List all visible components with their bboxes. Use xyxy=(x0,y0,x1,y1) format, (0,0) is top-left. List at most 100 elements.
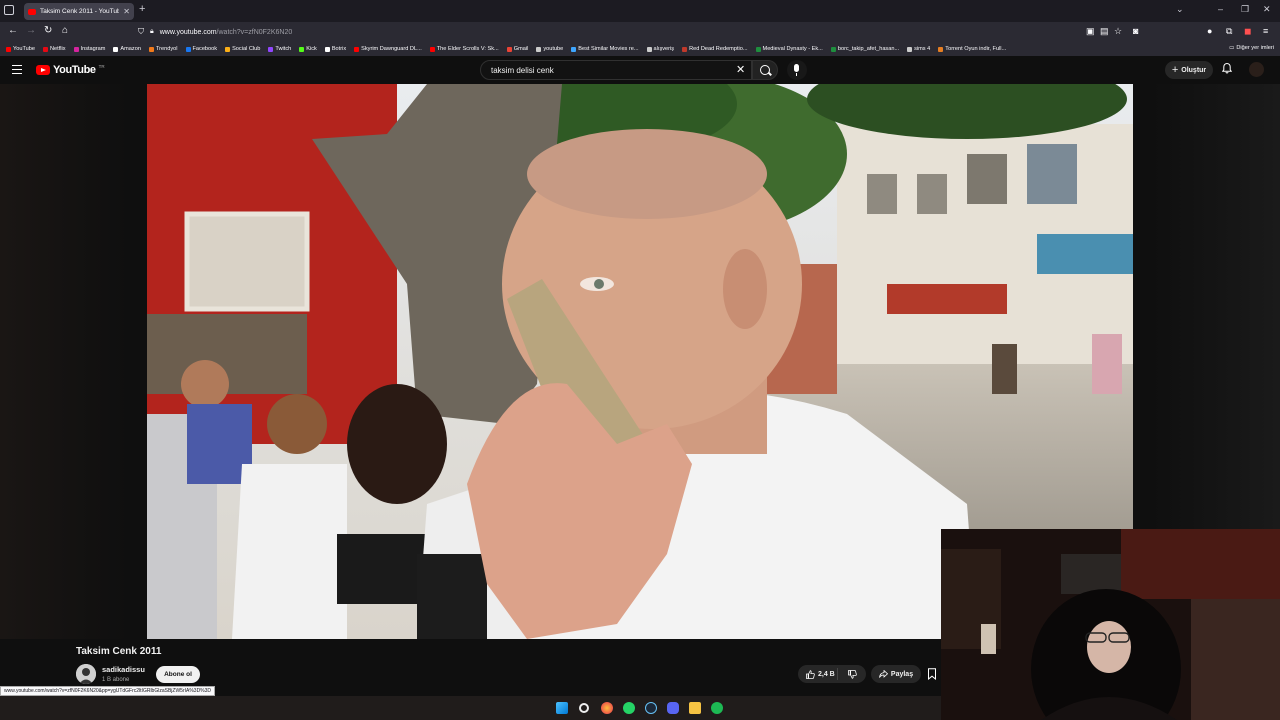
reload-icon[interactable]: ↻ xyxy=(44,25,52,36)
windows-start-icon[interactable] xyxy=(556,702,568,714)
subscribe-button[interactable]: Abone ol xyxy=(156,666,200,683)
user-avatar[interactable] xyxy=(1249,62,1264,77)
bookmark-item[interactable]: Torrent Oyun indir, Full... xyxy=(938,46,1006,52)
url-bar[interactable]: ⛉ 🔒︎ www.youtube.com/watch?v=zfN0F2K6N20 xyxy=(132,24,1152,40)
clear-search-icon[interactable]: ✕ xyxy=(736,63,745,76)
file-explorer-icon[interactable] xyxy=(689,702,701,714)
plus-icon: + xyxy=(1171,64,1179,76)
dislike-button[interactable] xyxy=(838,668,866,680)
bookmark-item[interactable]: Gmail xyxy=(506,46,528,52)
bookmark-label: Social Club xyxy=(232,46,261,52)
subscriber-count: 1 B abone xyxy=(102,677,130,683)
bookmark-favicon-icon xyxy=(268,46,274,52)
taskbar-search-icon[interactable] xyxy=(579,703,589,713)
app-menu-icon[interactable]: ≡ xyxy=(1263,26,1268,36)
extensions-icon[interactable]: ⧉ xyxy=(1226,26,1232,37)
extension-badge-icon[interactable]: ◼ xyxy=(1244,26,1251,37)
bookmark-label: Red Dead Redemptio... xyxy=(689,46,748,52)
bookmark-label: Amazon xyxy=(120,46,141,52)
bookmark-item[interactable]: Twitch xyxy=(268,46,291,52)
youtube-masthead: YouTube TR taksim delisi cenk ✕ + Oluştu… xyxy=(0,56,1280,84)
screenshot-icon[interactable]: ◙ xyxy=(1133,26,1138,36)
bookmark-favicon-icon xyxy=(429,46,435,52)
bookmark-label: alışveriş xyxy=(653,46,675,52)
channel-avatar-image xyxy=(76,664,96,684)
steam-icon[interactable] xyxy=(645,702,657,714)
bookmark-item[interactable]: Netflix xyxy=(42,46,66,52)
search-button[interactable] xyxy=(752,60,778,80)
channel-avatar[interactable] xyxy=(76,664,96,684)
bookmark-favicon-icon xyxy=(42,46,48,52)
bookmark-favicon-icon xyxy=(73,46,79,52)
bookmark-item[interactable]: alışveriş xyxy=(646,46,675,52)
whatsapp-icon[interactable] xyxy=(623,702,635,714)
bookmark-item[interactable]: Skyrim Dawnguard DL... xyxy=(354,46,422,52)
bookmark-item[interactable]: Botrix xyxy=(324,46,347,52)
bookmark-item[interactable]: sims 4 xyxy=(907,46,930,52)
close-window-icon[interactable]: ✕ xyxy=(1263,4,1271,15)
bookmark-label: Best Similar Movies re... xyxy=(578,46,639,52)
bookmark-favicon-icon xyxy=(6,46,11,52)
bookmark-item[interactable]: Red Dead Redemptio... xyxy=(682,46,748,52)
country-code: TR xyxy=(98,64,105,69)
bookmark-favicon-icon xyxy=(536,46,542,52)
restore-icon[interactable]: ❐ xyxy=(1241,4,1249,15)
thumbs-up-icon xyxy=(806,669,815,679)
bookmark-star-icon[interactable]: ☆ xyxy=(1114,26,1122,37)
bookmark-item[interactable]: Kick xyxy=(299,46,317,52)
youtube-logo-text: YouTube xyxy=(53,64,96,76)
webcam-overlay xyxy=(941,529,1280,720)
browser-tab-strip: Taksim Cenk 2011 - YouTube ✕ + ⌄ – ❐ ✕ xyxy=(0,0,1280,22)
other-bookmarks[interactable]: ▭ Diğer yer imleri xyxy=(1229,45,1274,51)
firefox-icon[interactable] xyxy=(601,702,613,714)
create-button[interactable]: + Oluştur xyxy=(1165,61,1213,79)
youtube-logo[interactable]: YouTube TR xyxy=(36,64,105,76)
home-icon[interactable]: ⌂ xyxy=(62,25,68,36)
menu-icon[interactable] xyxy=(12,65,22,74)
bookmark-favicon-icon xyxy=(646,46,652,52)
thumbs-down-icon xyxy=(847,669,857,679)
search-input[interactable]: taksim delisi cenk xyxy=(480,60,752,80)
bookmark-label: Trendyol xyxy=(155,46,178,52)
list-all-tabs-icon[interactable]: ⌄ xyxy=(1176,4,1184,15)
forward-icon[interactable]: → xyxy=(26,25,36,36)
back-icon[interactable]: ← xyxy=(8,25,18,36)
notifications-bell-icon[interactable] xyxy=(1222,63,1232,74)
like-count: 2,4 B xyxy=(818,670,835,678)
bookmark-item[interactable]: Facebook xyxy=(185,46,218,52)
account-icon[interactable]: ● xyxy=(1207,26,1212,36)
bookmark-label: borc_takip_afet_hasan... xyxy=(837,46,900,52)
new-tab-button[interactable]: + xyxy=(139,3,145,15)
save-button[interactable] xyxy=(927,665,941,683)
spotify-icon[interactable] xyxy=(711,702,723,714)
tab-close-icon[interactable]: ✕ xyxy=(123,7,130,16)
bookmark-label: Facebook xyxy=(192,46,218,52)
bookmark-favicon-icon xyxy=(571,46,577,52)
bookmark-label: Torrent Oyun indir, Full... xyxy=(945,46,1007,52)
reader-view-icon[interactable]: ▤ xyxy=(1100,26,1109,37)
bookmark-item[interactable]: Best Similar Movies re... xyxy=(571,46,639,52)
bookmark-favicon-icon xyxy=(755,46,761,52)
share-button[interactable]: Paylaş xyxy=(871,665,921,683)
bookmark-item[interactable]: Trendyol xyxy=(148,46,178,52)
like-button[interactable]: 2,4 B xyxy=(798,668,838,680)
discord-icon[interactable] xyxy=(667,702,679,714)
minimize-icon[interactable]: – xyxy=(1218,4,1223,14)
channel-name[interactable]: sadikadissu xyxy=(102,665,145,674)
bookmark-item[interactable]: Amazon xyxy=(113,46,141,52)
bookmark-item[interactable]: YouTube xyxy=(6,46,35,52)
voice-search-button[interactable] xyxy=(787,60,807,80)
bookmark-item[interactable]: Instagram xyxy=(73,46,105,52)
folder-icon: ▭ xyxy=(1229,45,1235,51)
bookmark-item[interactable]: borc_takip_afet_hasan... xyxy=(830,46,900,52)
bookmark-favicon-icon xyxy=(299,46,305,52)
browser-tab-active[interactable]: Taksim Cenk 2011 - YouTube ✕ xyxy=(24,3,134,20)
bookmark-item[interactable]: Social Club xyxy=(225,46,260,52)
picture-in-picture-icon[interactable]: ▣ xyxy=(1086,26,1095,37)
url-path: /watch?v=zfN0F2K6N20 xyxy=(216,28,293,36)
bookmark-item[interactable]: The Elder Scrolls V: Sk... xyxy=(429,46,499,52)
bookmark-label: Botrix xyxy=(331,46,347,52)
tab-list-icon[interactable] xyxy=(4,5,14,15)
bookmark-item[interactable]: youtube xyxy=(536,46,563,52)
bookmark-item[interactable]: Medieval Dynasty - Ek... xyxy=(755,46,823,52)
